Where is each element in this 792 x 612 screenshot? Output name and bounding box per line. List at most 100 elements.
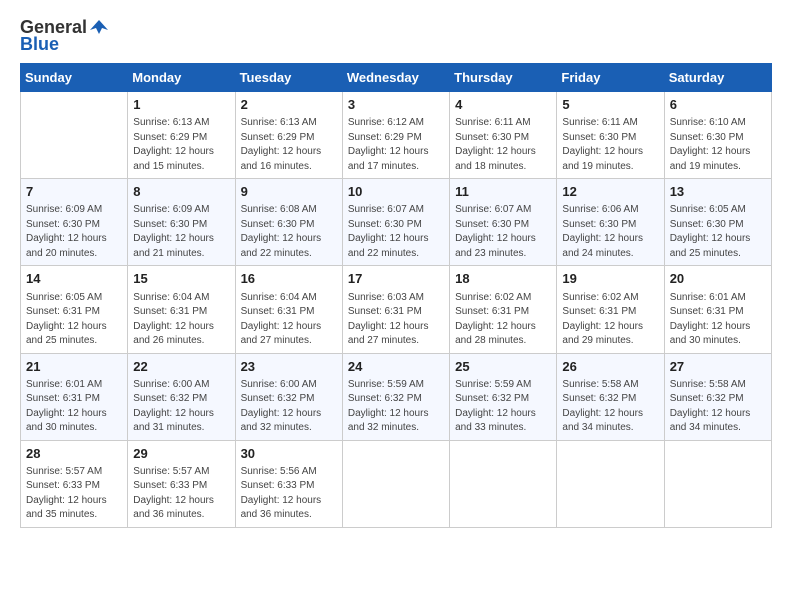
calendar-cell: 1 Sunrise: 6:13 AM Sunset: 6:29 PM Daylig… bbox=[128, 92, 235, 179]
calendar-cell: 28Sunrise: 5:57 AM Sunset: 6:33 PM Dayli… bbox=[21, 440, 128, 527]
day-info: Sunrise: 6:07 AM Sunset: 6:30 PM Dayligh… bbox=[348, 203, 444, 261]
calendar-cell: 26 Sunrise: 5:58 AM Sunset: 6:32 PM Dayli… bbox=[557, 353, 664, 440]
day-number: 2 bbox=[241, 96, 337, 114]
day-info: Sunrise: 6:05 AM Sunset: 6:30 PM Dayligh… bbox=[670, 203, 766, 261]
weekday-header-saturday: Saturday bbox=[664, 64, 771, 92]
day-number: 12 bbox=[562, 183, 658, 201]
day-number: 21 bbox=[26, 358, 122, 376]
day-info: Sunrise: 6:04 AM Sunset: 6:31 PM Dayligh… bbox=[241, 291, 337, 349]
calendar-cell: 19 Sunrise: 6:02 AM Sunset: 6:31 PM Dayli… bbox=[557, 266, 664, 353]
weekday-header-sunday: Sunday bbox=[21, 64, 128, 92]
day-info: Sunrise: 6:10 AM Sunset: 6:30 PM Dayligh… bbox=[670, 116, 766, 174]
day-info: Sunrise: 6:06 AM Sunset: 6:30 PM Dayligh… bbox=[562, 203, 658, 261]
day-info: Sunrise: 5:59 AM Sunset: 6:32 PM Dayligh… bbox=[455, 378, 551, 436]
day-number: 25 bbox=[455, 358, 551, 376]
day-number: 27 bbox=[670, 358, 766, 376]
day-info: Sunrise: 6:07 AM Sunset: 6:30 PM Dayligh… bbox=[455, 203, 551, 261]
calendar-cell: 30 Sunrise: 5:56 AM Sunset: 6:33 PM Dayli… bbox=[235, 440, 342, 527]
day-info: Sunrise: 6:12 AM Sunset: 6:29 PM Dayligh… bbox=[348, 116, 444, 174]
weekday-header-wednesday: Wednesday bbox=[342, 64, 449, 92]
week-row-4: 21 Sunrise: 6:01 AM Sunset: 6:31 PM Dayli… bbox=[21, 353, 772, 440]
day-number: 1 bbox=[133, 96, 229, 114]
calendar-cell: 13 Sunrise: 6:05 AM Sunset: 6:30 PM Dayli… bbox=[664, 179, 771, 266]
day-number: 3 bbox=[348, 96, 444, 114]
weekday-header-monday: Monday bbox=[128, 64, 235, 92]
calendar-cell bbox=[450, 440, 557, 527]
weekday-header-row: SundayMondayTuesdayWednesdayThursdayFrid… bbox=[21, 64, 772, 92]
calendar-cell bbox=[21, 92, 128, 179]
calendar-cell: 12 Sunrise: 6:06 AM Sunset: 6:30 PM Dayli… bbox=[557, 179, 664, 266]
day-number: 13 bbox=[670, 183, 766, 201]
week-row-2: 7 Sunrise: 6:09 AM Sunset: 6:30 PM Daylig… bbox=[21, 179, 772, 266]
calendar-cell: 5Sunrise: 6:11 AM Sunset: 6:30 PM Daylig… bbox=[557, 92, 664, 179]
calendar-cell bbox=[342, 440, 449, 527]
calendar-cell: 24 Sunrise: 5:59 AM Sunset: 6:32 PM Dayli… bbox=[342, 353, 449, 440]
day-info: Sunrise: 5:56 AM Sunset: 6:33 PM Dayligh… bbox=[241, 465, 337, 523]
day-number: 15 bbox=[133, 270, 229, 288]
day-number: 18 bbox=[455, 270, 551, 288]
day-info: Sunrise: 5:57 AM Sunset: 6:33 PM Dayligh… bbox=[133, 465, 229, 523]
day-number: 19 bbox=[562, 270, 658, 288]
day-info: Sunrise: 5:59 AM Sunset: 6:32 PM Dayligh… bbox=[348, 378, 444, 436]
day-number: 11 bbox=[455, 183, 551, 201]
calendar-cell: 14 Sunrise: 6:05 AM Sunset: 6:31 PM Dayli… bbox=[21, 266, 128, 353]
day-number: 26 bbox=[562, 358, 658, 376]
day-number: 9 bbox=[241, 183, 337, 201]
calendar-cell: 17Sunrise: 6:03 AM Sunset: 6:31 PM Dayli… bbox=[342, 266, 449, 353]
day-number: 23 bbox=[241, 358, 337, 376]
calendar-cell: 29 Sunrise: 5:57 AM Sunset: 6:33 PM Dayli… bbox=[128, 440, 235, 527]
calendar-cell: 15 Sunrise: 6:04 AM Sunset: 6:31 PM Dayli… bbox=[128, 266, 235, 353]
calendar-cell: 4 Sunrise: 6:11 AM Sunset: 6:30 PM Daylig… bbox=[450, 92, 557, 179]
day-info: Sunrise: 6:13 AM Sunset: 6:29 PM Dayligh… bbox=[133, 116, 229, 174]
day-info: Sunrise: 6:00 AM Sunset: 6:32 PM Dayligh… bbox=[133, 378, 229, 436]
day-info: Sunrise: 6:04 AM Sunset: 6:31 PM Dayligh… bbox=[133, 291, 229, 349]
calendar-cell: 21 Sunrise: 6:01 AM Sunset: 6:31 PM Dayli… bbox=[21, 353, 128, 440]
day-number: 16 bbox=[241, 270, 337, 288]
day-info: Sunrise: 5:58 AM Sunset: 6:32 PM Dayligh… bbox=[562, 378, 658, 436]
day-number: 5 bbox=[562, 96, 658, 114]
day-info: Sunrise: 6:02 AM Sunset: 6:31 PM Dayligh… bbox=[455, 291, 551, 349]
page-header: General Blue bbox=[20, 16, 772, 55]
logo-blue: Blue bbox=[20, 34, 59, 55]
day-info: Sunrise: 6:03 AM Sunset: 6:31 PM Dayligh… bbox=[348, 291, 444, 349]
day-number: 28 bbox=[26, 445, 122, 463]
day-info: Sunrise: 6:09 AM Sunset: 6:30 PM Dayligh… bbox=[26, 203, 122, 261]
calendar-cell: 3 Sunrise: 6:12 AM Sunset: 6:29 PM Daylig… bbox=[342, 92, 449, 179]
day-number: 29 bbox=[133, 445, 229, 463]
calendar-cell: 7 Sunrise: 6:09 AM Sunset: 6:30 PM Daylig… bbox=[21, 179, 128, 266]
day-info: Sunrise: 6:00 AM Sunset: 6:32 PM Dayligh… bbox=[241, 378, 337, 436]
week-row-3: 14 Sunrise: 6:05 AM Sunset: 6:31 PM Dayli… bbox=[21, 266, 772, 353]
calendar-cell bbox=[664, 440, 771, 527]
calendar-cell: 16 Sunrise: 6:04 AM Sunset: 6:31 PM Dayli… bbox=[235, 266, 342, 353]
calendar-table: SundayMondayTuesdayWednesdayThursdayFrid… bbox=[20, 63, 772, 528]
day-number: 4 bbox=[455, 96, 551, 114]
calendar-cell: 18 Sunrise: 6:02 AM Sunset: 6:31 PM Dayli… bbox=[450, 266, 557, 353]
calendar-cell: 9 Sunrise: 6:08 AM Sunset: 6:30 PM Daylig… bbox=[235, 179, 342, 266]
calendar-cell bbox=[557, 440, 664, 527]
day-info: Sunrise: 6:11 AM Sunset: 6:30 PM Dayligh… bbox=[455, 116, 551, 174]
week-row-1: 1 Sunrise: 6:13 AM Sunset: 6:29 PM Daylig… bbox=[21, 92, 772, 179]
day-number: 30 bbox=[241, 445, 337, 463]
day-info: Sunrise: 6:05 AM Sunset: 6:31 PM Dayligh… bbox=[26, 291, 122, 349]
day-number: 24 bbox=[348, 358, 444, 376]
day-info: Sunrise: 6:02 AM Sunset: 6:31 PM Dayligh… bbox=[562, 291, 658, 349]
day-number: 14 bbox=[26, 270, 122, 288]
day-number: 7 bbox=[26, 183, 122, 201]
calendar-cell: 22Sunrise: 6:00 AM Sunset: 6:32 PM Dayli… bbox=[128, 353, 235, 440]
calendar-cell: 20Sunrise: 6:01 AM Sunset: 6:31 PM Dayli… bbox=[664, 266, 771, 353]
day-info: Sunrise: 6:09 AM Sunset: 6:30 PM Dayligh… bbox=[133, 203, 229, 261]
calendar-cell: 6 Sunrise: 6:10 AM Sunset: 6:30 PM Daylig… bbox=[664, 92, 771, 179]
day-info: Sunrise: 6:01 AM Sunset: 6:31 PM Dayligh… bbox=[26, 378, 122, 436]
day-info: Sunrise: 6:08 AM Sunset: 6:30 PM Dayligh… bbox=[241, 203, 337, 261]
calendar-cell: 11 Sunrise: 6:07 AM Sunset: 6:30 PM Dayli… bbox=[450, 179, 557, 266]
logo-bird-icon bbox=[88, 16, 110, 38]
calendar-cell: 10Sunrise: 6:07 AM Sunset: 6:30 PM Dayli… bbox=[342, 179, 449, 266]
calendar-cell: 8Sunrise: 6:09 AM Sunset: 6:30 PM Daylig… bbox=[128, 179, 235, 266]
week-row-5: 28 Sunrise: 5:57 AM Sunset: 6:33 PM Dayli… bbox=[21, 440, 772, 527]
calendar-cell: 2 Sunrise: 6:13 AM Sunset: 6:29 PM Daylig… bbox=[235, 92, 342, 179]
calendar-cell: 25 Sunrise: 5:59 AM Sunset: 6:32 PM Dayli… bbox=[450, 353, 557, 440]
day-number: 6 bbox=[670, 96, 766, 114]
weekday-header-tuesday: Tuesday bbox=[235, 64, 342, 92]
calendar-cell: 23 Sunrise: 6:00 AM Sunset: 6:32 PM Dayli… bbox=[235, 353, 342, 440]
day-info: Sunrise: 6:13 AM Sunset: 6:29 PM Dayligh… bbox=[241, 116, 337, 174]
